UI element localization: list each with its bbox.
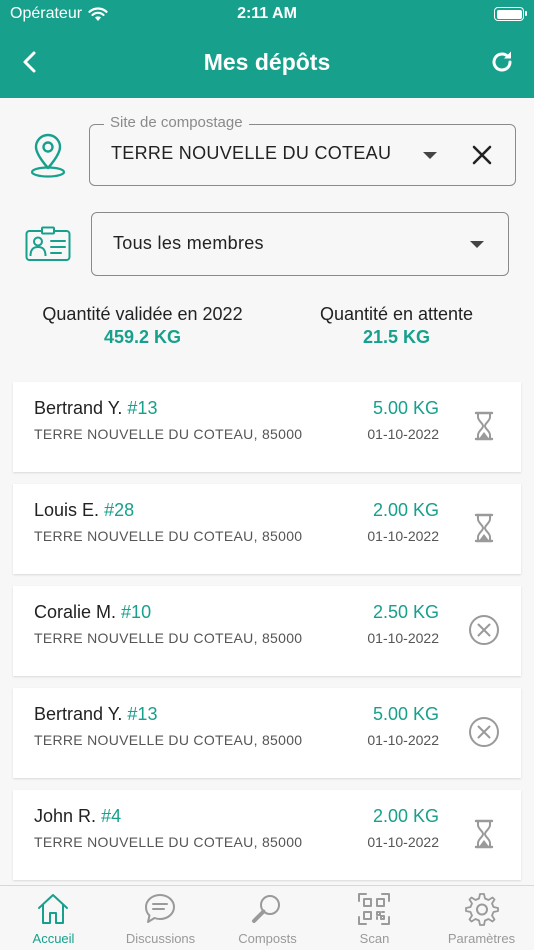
rejected-icon <box>467 613 501 647</box>
deposit-card[interactable]: John R. #4 TERRE NOUVELLE DU COTEAU, 8500… <box>13 790 521 880</box>
tab-discussions[interactable]: Discussions <box>107 886 214 950</box>
pending-label: Quantité en attente <box>319 304 474 324</box>
deposit-date: 01-10-2022 <box>367 834 439 850</box>
member-number: #13 <box>127 398 158 418</box>
tab-label: Composts <box>238 931 297 946</box>
deposit-address: TERRE NOUVELLE DU COTEAU, 85000 <box>34 834 303 850</box>
pending-value: 21.5 KG <box>362 327 431 347</box>
deposit-address: TERRE NOUVELLE DU COTEAU, 85000 <box>34 630 303 646</box>
member-number: #28 <box>104 500 135 520</box>
deposit-card[interactable]: Bertrand Y. #13 TERRE NOUVELLE DU COTEAU,… <box>13 382 521 472</box>
member-name: Louis E. #28 <box>34 500 135 520</box>
tab-label: Paramètres <box>447 931 516 946</box>
app-header: Opérateur 2:11 AM Mes dépôts <box>0 0 534 98</box>
pending-stat: Quantité en attente 21.5 KG <box>263 304 530 348</box>
member-select-value: Tous les membres <box>113 233 264 253</box>
deposit-date: 01-10-2022 <box>367 630 439 646</box>
tab-label: Discussions <box>125 931 196 946</box>
member-number: #13 <box>127 704 158 724</box>
member-number: #4 <box>101 806 122 826</box>
deposit-card[interactable]: Louis E. #28 TERRE NOUVELLE DU COTEAU, 85… <box>13 484 521 574</box>
deposit-quantity: 5.00 KG <box>372 704 439 724</box>
clear-icon[interactable] <box>471 144 493 166</box>
deposit-address: TERRE NOUVELLE DU COTEAU, 85000 <box>34 426 303 442</box>
deposit-address: TERRE NOUVELLE DU COTEAU, 85000 <box>34 732 303 748</box>
deposit-address: TERRE NOUVELLE DU COTEAU, 85000 <box>34 528 303 544</box>
deposit-quantity: 2.00 KG <box>372 500 439 520</box>
battery-icon <box>494 7 527 21</box>
deposit-date: 01-10-2022 <box>367 732 439 748</box>
page-title: Mes dépôts <box>203 49 331 75</box>
site-select[interactable]: Site de compostage TERRE NOUVELLE DU COT… <box>89 114 516 186</box>
member-name: John R. #4 <box>34 806 122 826</box>
navbar: Mes dépôts <box>0 28 534 98</box>
site-filter-row: Site de compostage TERRE NOUVELLE DU COT… <box>0 114 534 186</box>
deposit-date: 01-10-2022 <box>367 426 439 442</box>
deposit-quantity: 2.50 KG <box>372 602 439 622</box>
member-name: Coralie M. #10 <box>34 602 152 622</box>
hourglass-icon <box>467 511 501 545</box>
rejected-icon <box>467 715 501 749</box>
tab-label: Accueil <box>32 931 75 946</box>
validated-value: 459.2 KG <box>103 327 182 347</box>
chevron-down-icon <box>470 241 484 248</box>
member-select[interactable]: Tous les membres <box>91 212 509 276</box>
site-select-value: TERRE NOUVELLE DU COTEAU <box>111 143 392 163</box>
site-select-legend: Site de compostage <box>104 114 249 131</box>
deposit-card[interactable]: Bertrand Y. #13 TERRE NOUVELLE DU COTEAU,… <box>13 688 521 778</box>
tab-bar: Accueil Discussions Composts Scan Paramètres <box>0 885 534 950</box>
deposit-card[interactable]: Coralie M. #10 TERRE NOUVELLE DU COTEAU, … <box>13 586 521 676</box>
location-pin-icon <box>30 133 66 178</box>
refresh-icon[interactable] <box>488 48 516 76</box>
status-bar: Opérateur 2:11 AM <box>0 0 534 28</box>
clock: 2:11 AM <box>237 5 297 22</box>
hourglass-icon <box>467 817 501 851</box>
member-number: #10 <box>121 602 152 622</box>
member-name: Bertrand Y. #13 <box>34 398 158 418</box>
tab-accueil[interactable]: Accueil <box>0 886 107 950</box>
tab-scan[interactable]: Scan <box>321 886 428 950</box>
main-content: Site de compostage TERRE NOUVELLE DU COT… <box>0 98 534 885</box>
stats-summary: Quantité validée en 2022 459.2 KG Quanti… <box>0 304 534 354</box>
deposit-date: 01-10-2022 <box>367 528 439 544</box>
member-badge-icon <box>25 226 71 261</box>
hourglass-icon <box>467 409 501 443</box>
tab-composts[interactable]: Composts <box>214 886 321 950</box>
validated-stat: Quantité validée en 2022 459.2 KG <box>9 304 276 348</box>
member-filter-row: Tous les membres <box>0 212 534 276</box>
deposit-quantity: 5.00 KG <box>372 398 439 418</box>
deposit-quantity: 2.00 KG <box>372 806 439 826</box>
validated-label: Quantité validée en 2022 <box>42 304 243 324</box>
member-name: Bertrand Y. #13 <box>34 704 158 724</box>
tab-paramtres[interactable]: Paramètres <box>428 886 534 950</box>
chevron-down-icon <box>423 152 437 159</box>
tab-label: Scan <box>359 931 390 946</box>
